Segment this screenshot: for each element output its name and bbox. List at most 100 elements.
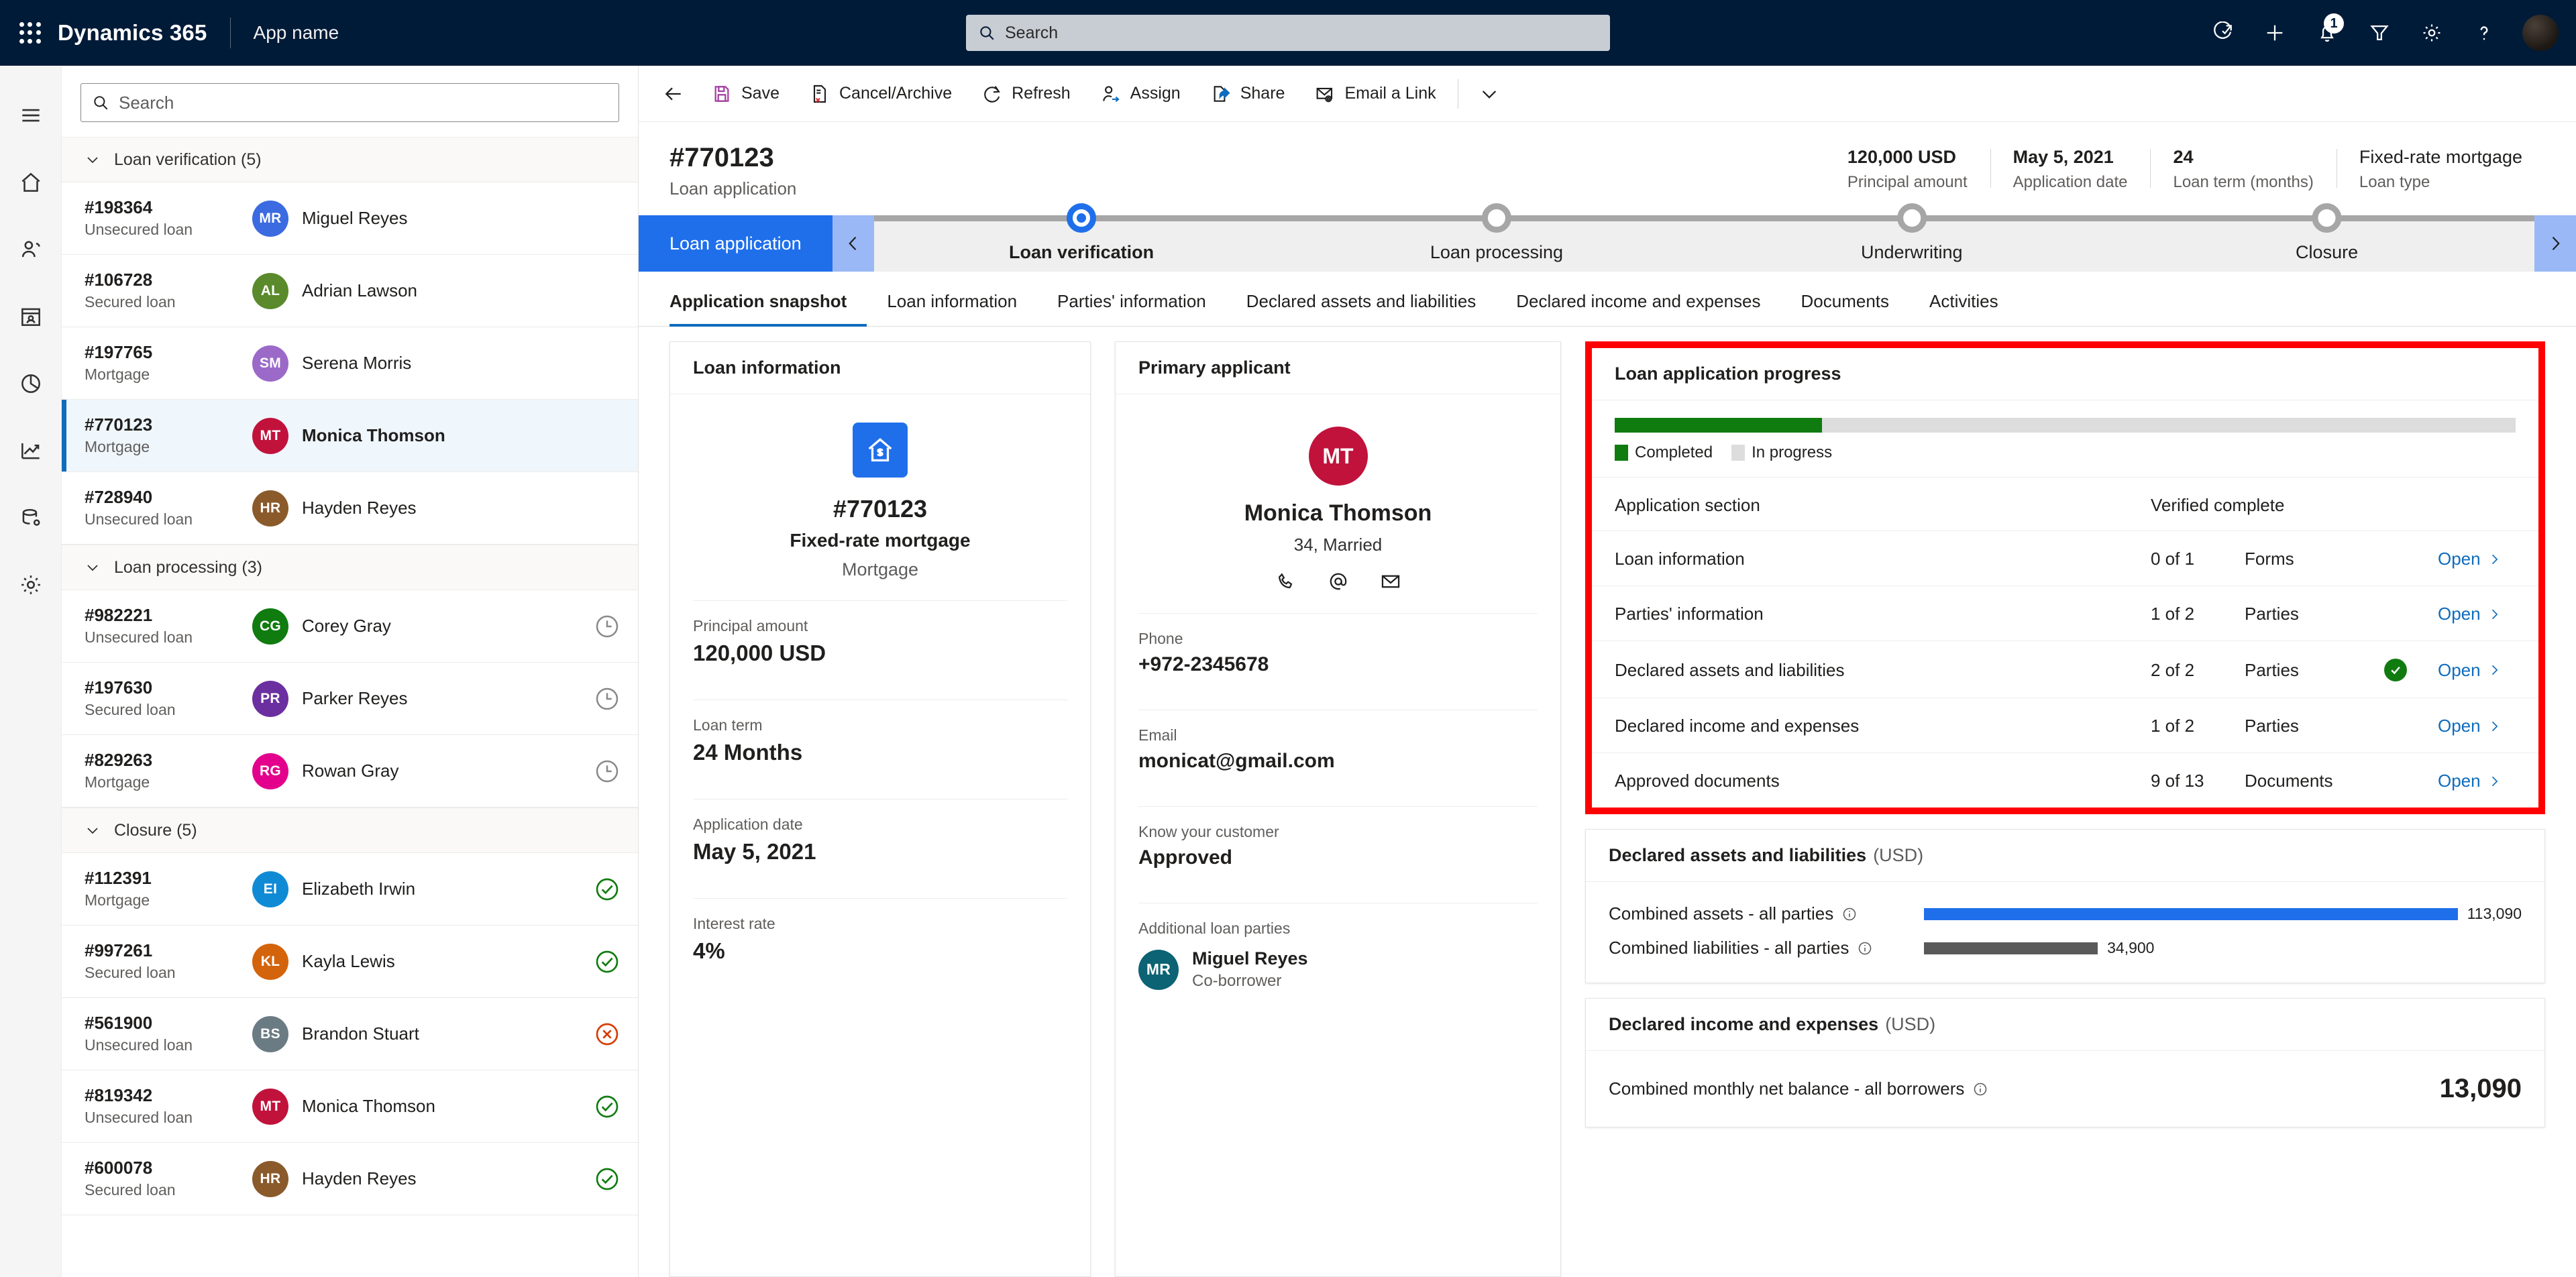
global-search[interactable] (966, 15, 1610, 51)
x-circle-icon (596, 1023, 619, 1045)
open-link[interactable]: Open (2438, 604, 2516, 624)
command-overflow-button[interactable] (1465, 66, 1513, 122)
plus-icon[interactable] (2249, 0, 2301, 66)
list-item-id: #600078 (85, 1158, 153, 1178)
header-field-label: Loan term (months) (2173, 172, 2314, 191)
status-badge (594, 1166, 621, 1192)
list-item-name: Brandon Stuart (302, 1023, 419, 1044)
phone-icon[interactable] (1275, 570, 1297, 593)
bpf-stage[interactable]: Loan verification (1009, 203, 1154, 263)
list-item[interactable]: #770123 Mortgage MT Monica Thomson (62, 400, 638, 472)
gear-icon[interactable] (2406, 0, 2458, 66)
list-item[interactable]: #600078 Secured loan HR Hayden Reyes (62, 1143, 638, 1215)
bpf-collapse-button[interactable] (832, 215, 874, 272)
bpf-stage[interactable]: Closure (2296, 203, 2358, 263)
analytics-icon[interactable] (0, 417, 62, 484)
declared-income-card: Declared income and expenses (USD) Combi… (1585, 998, 2545, 1127)
list-group-header[interactable]: Loan verification (5) (62, 137, 638, 182)
recent-contacts-icon[interactable] (0, 216, 62, 283)
bpf-next-button[interactable] (2534, 215, 2576, 272)
list-item[interactable]: #829263 Mortgage RG Rowan Gray (62, 735, 638, 808)
list-item-type: Mortgage (85, 891, 150, 909)
back-arrow-icon[interactable] (651, 66, 696, 122)
list-item-id: #106728 (85, 270, 153, 290)
income-card-title-text: Declared income and expenses (1609, 1014, 1879, 1034)
applicant-field-label: Email (1138, 726, 1177, 744)
row-section: Approved documents (1615, 771, 1780, 791)
cancel-archive-button[interactable]: Cancel/Archive (794, 66, 967, 122)
bpf-active-stage[interactable]: Loan application (639, 215, 833, 272)
list-item[interactable]: #198364 Unsecured loan MR Miguel Reyes (62, 182, 638, 255)
tab-parties-information[interactable]: Parties' information (1037, 287, 1226, 327)
open-link[interactable]: Open (2438, 771, 2516, 791)
avatar: SM (252, 345, 288, 382)
search-input[interactable] (1005, 23, 1598, 43)
bpf-stage[interactable]: Loan processing (1430, 203, 1563, 263)
pinned-records-icon[interactable] (0, 283, 62, 350)
list-group-header[interactable]: Loan processing (3) (62, 545, 638, 590)
open-link[interactable]: Open (2438, 549, 2516, 569)
list-item[interactable]: #106728 Secured loan AL Adrian Lawson (62, 255, 638, 327)
check-arrow-icon[interactable] (2196, 0, 2249, 66)
list-item[interactable]: #112391 Mortgage EI Elizabeth Irwin (62, 853, 638, 926)
tab-declared-assets-and-liabilities[interactable]: Declared assets and liabilities (1226, 287, 1497, 327)
share-button[interactable]: Share (1195, 66, 1300, 122)
refresh-button[interactable]: Refresh (967, 66, 1085, 122)
bar-fill (1924, 907, 2458, 920)
save-button[interactable]: Save (696, 66, 794, 122)
help-icon[interactable] (2458, 0, 2510, 66)
list-item[interactable]: #819342 Unsecured loan MT Monica Thomson (62, 1070, 638, 1143)
settings-icon[interactable] (0, 551, 62, 618)
applicant-field: Know your customer Approved (1138, 807, 1538, 883)
list-search-input[interactable] (119, 92, 608, 113)
tab-documents[interactable]: Documents (1781, 287, 1910, 327)
loan-field-value: 4% (693, 938, 725, 963)
row-unit: Forms (2230, 531, 2384, 586)
bpf-stage[interactable]: Underwriting (1860, 203, 1963, 263)
list-group-label: Loan processing (3) (114, 557, 262, 577)
list-search[interactable] (80, 83, 619, 122)
list-group-header[interactable]: Closure (5) (62, 808, 638, 853)
list-item-name: Kayla Lewis (302, 951, 395, 971)
info-icon[interactable] (1972, 1081, 1988, 1097)
list-item[interactable]: #728940 Unsecured loan HR Hayden Reyes (62, 472, 638, 545)
list-item[interactable]: #197630 Secured loan PR Parker Reyes (62, 663, 638, 735)
dashboard-icon[interactable] (0, 350, 62, 417)
loan-field-label: Principal amount (693, 617, 808, 634)
assign-button[interactable]: Assign (1085, 66, 1195, 122)
record-header: #770123 Loan application 120,000 USD Prin… (639, 122, 2576, 210)
open-label: Open (2438, 549, 2481, 569)
additional-party[interactable]: MR Miguel Reyes Co-borrower (1138, 948, 1538, 991)
bpf-stage-label: Underwriting (1860, 242, 1963, 262)
list-item[interactable]: #197765 Mortgage SM Serena Morris (62, 327, 638, 400)
open-link[interactable]: Open (2438, 716, 2516, 736)
open-link[interactable]: Open (2438, 660, 2516, 681)
tab-application-snapshot[interactable]: Application snapshot (669, 287, 867, 327)
at-icon[interactable] (1327, 570, 1350, 593)
user-avatar[interactable] (2522, 15, 2559, 51)
primary-applicant-column: Primary applicant MT Monica Thomson 34, … (1115, 341, 1561, 1277)
party-name: Miguel Reyes (1192, 948, 1308, 968)
bell-icon[interactable]: 1 (2301, 0, 2353, 66)
applicant-name: Monica Thomson (1244, 500, 1432, 526)
header-field-label: Application date (2012, 172, 2128, 191)
tab-declared-income-and-expenses[interactable]: Declared income and expenses (1496, 287, 1780, 327)
tab-activities[interactable]: Activities (1909, 287, 2019, 327)
email-link-button[interactable]: Email a Link (1299, 66, 1450, 122)
data-icon[interactable] (0, 484, 62, 551)
tab-loan-information[interactable]: Loan information (867, 287, 1037, 327)
filter-icon[interactable] (2353, 0, 2406, 66)
info-icon[interactable] (1841, 906, 1858, 922)
home-icon[interactable] (0, 149, 62, 216)
mail-icon[interactable] (1379, 570, 1402, 593)
applicant-field: Phone +972-2345678 (1138, 614, 1538, 689)
hamburger-menu-icon[interactable] (0, 82, 62, 149)
waffle-icon[interactable] (15, 17, 46, 48)
check-circle-icon (596, 1168, 619, 1190)
list-item[interactable]: #561900 Unsecured loan BS Brandon Stuart (62, 998, 638, 1070)
info-icon[interactable] (1857, 940, 1873, 956)
list-item[interactable]: #982221 Unsecured loan CG Corey Gray (62, 590, 638, 663)
list-item[interactable]: #997261 Secured loan KL Kayla Lewis (62, 926, 638, 998)
row-unit: Parties (2230, 641, 2384, 698)
list-item-id: #197765 (85, 342, 153, 363)
